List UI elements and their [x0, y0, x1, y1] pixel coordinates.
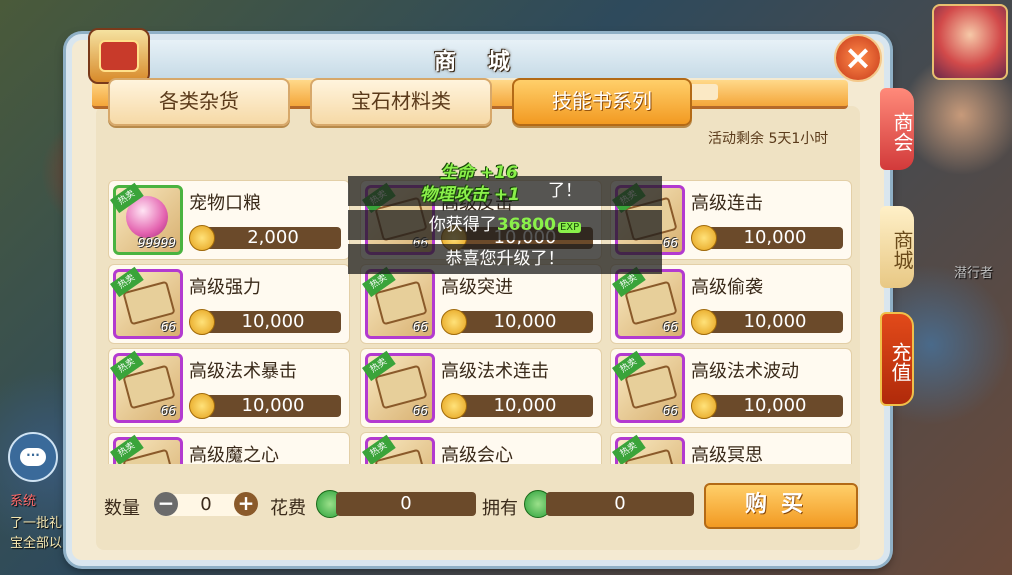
toast-text: 了！ [548, 181, 582, 201]
shop-item[interactable]: 热卖 99999 宠物口粮 2,000 [108, 180, 350, 260]
item-price: 10,000 [707, 227, 843, 249]
gold-coin-icon [691, 393, 717, 419]
stock-count: 66 [160, 404, 176, 418]
item-name: 高级魔之心 [189, 445, 279, 464]
stock-count: 66 [662, 320, 678, 334]
stock-count: 99999 [137, 236, 176, 250]
minus-button[interactable]: − [154, 492, 178, 516]
gold-coin-icon [189, 309, 215, 335]
notification-toast: 你获得了36800 EXP [348, 210, 662, 240]
item-name: 高级强力 [189, 277, 261, 298]
float-attack-gain: 物理攻击 +1 [420, 185, 520, 205]
shop-item[interactable]: 热卖 66 高级强力 10,000 [108, 264, 350, 344]
item-name: 高级法术暴击 [189, 361, 297, 382]
quantity-label: 数量 [104, 498, 140, 519]
skill-book-icon: 热卖66 [109, 266, 183, 339]
shop-item[interactable]: 热卖 高级会心 [360, 432, 602, 464]
tab-skill-books[interactable]: 技能书系列 [512, 78, 692, 126]
activity-timer: 活动剩余 5天1小时 [708, 131, 829, 147]
gold-coin-icon [189, 393, 215, 419]
side-tab-recharge[interactable]: 充值 [880, 312, 914, 406]
item-price: 10,000 [707, 395, 843, 417]
skill-book-icon: 热卖 [361, 434, 435, 464]
stock-count: 66 [412, 404, 428, 418]
item-name: 高级冥思 [691, 445, 763, 464]
item-price: 10,000 [205, 395, 341, 417]
shop-item[interactable]: 热卖 高级冥思 [610, 432, 852, 464]
item-price: 2,000 [205, 227, 341, 249]
exp-icon: EXP [557, 222, 582, 233]
owned-label: 拥有 [482, 498, 518, 519]
exp-value: 36800 [496, 215, 556, 235]
buy-button[interactable]: 购买 [704, 483, 858, 529]
item-price: 10,000 [457, 311, 593, 333]
skill-book-icon: 热卖66 [611, 350, 685, 423]
item-price: 10,000 [707, 311, 843, 333]
tab-gem-materials[interactable]: 宝石材料类 [310, 78, 492, 126]
item-price: 10,000 [205, 311, 341, 333]
side-tab-mall[interactable]: 商城 [880, 206, 914, 288]
stock-count: 66 [662, 236, 678, 250]
skill-book-icon: 热卖66 [109, 350, 183, 423]
shop-item[interactable]: 热卖 66 高级突进 10,000 [360, 264, 602, 344]
gold-coin-icon [691, 309, 717, 335]
stock-count: 66 [160, 320, 176, 334]
skill-book-icon: 热卖 [109, 434, 183, 464]
chat-bubble-icon[interactable]: ··· [8, 432, 58, 482]
skill-book-icon: 热卖66 [361, 266, 435, 339]
gold-coin-icon [441, 393, 467, 419]
item-name: 高级法术波动 [691, 361, 799, 382]
title-bar: 商 城 [98, 40, 858, 78]
tab-groceries[interactable]: 各类杂货 [108, 78, 290, 126]
shop-item[interactable]: 热卖 66 高级法术暴击 10,000 [108, 348, 350, 428]
item-name: 高级突进 [441, 277, 513, 298]
gold-coin-icon [441, 309, 467, 335]
toast-text: 你获得了 [428, 215, 497, 235]
shop-item[interactable]: 热卖 高级魔之心 [108, 432, 350, 464]
close-icon[interactable]: × [834, 34, 882, 82]
item-price: 10,000 [457, 395, 593, 417]
skill-book-icon: 热卖66 [361, 350, 435, 423]
item-name: 宠物口粮 [189, 193, 261, 214]
cost-label: 花费 [270, 498, 306, 519]
chat-line: 了一批礼 [10, 516, 63, 531]
stock-count: 66 [412, 320, 428, 334]
item-name: 高级连击 [691, 193, 763, 214]
cost-value: 0 [336, 492, 476, 516]
gold-coin-icon [691, 225, 717, 251]
shop-item[interactable]: 热卖 66 高级法术波动 10,000 [610, 348, 852, 428]
skill-book-icon: 热卖 [611, 434, 685, 464]
owned-value: 0 [546, 492, 694, 516]
skill-book-icon: 热卖66 [611, 266, 685, 339]
item-name: 高级偷袭 [691, 277, 763, 298]
shop-item[interactable]: 热卖 66 高级偷袭 10,000 [610, 264, 852, 344]
item-name: 高级会心 [441, 445, 513, 464]
shop-logo-icon [88, 28, 150, 84]
chat-channel-tag: 系统 [10, 494, 37, 509]
page-title: 商 城 [434, 50, 522, 75]
player-name-text: 潜行者 [954, 266, 994, 281]
item-name: 高级法术连击 [441, 361, 549, 382]
gold-coin-icon [189, 225, 215, 251]
avatar[interactable] [932, 4, 1008, 80]
notification-toast: 恭喜您升级了！ [348, 244, 662, 274]
stock-count: 66 [662, 404, 678, 418]
pet-food-icon: 热卖 99999 [109, 182, 183, 255]
plus-button[interactable]: + [234, 492, 258, 516]
chat-line: 宝全部以 [10, 536, 63, 551]
shop-item[interactable]: 热卖 66 高级法术连击 10,000 [360, 348, 602, 428]
side-tab-guild-shop[interactable]: 商会 [880, 88, 914, 170]
